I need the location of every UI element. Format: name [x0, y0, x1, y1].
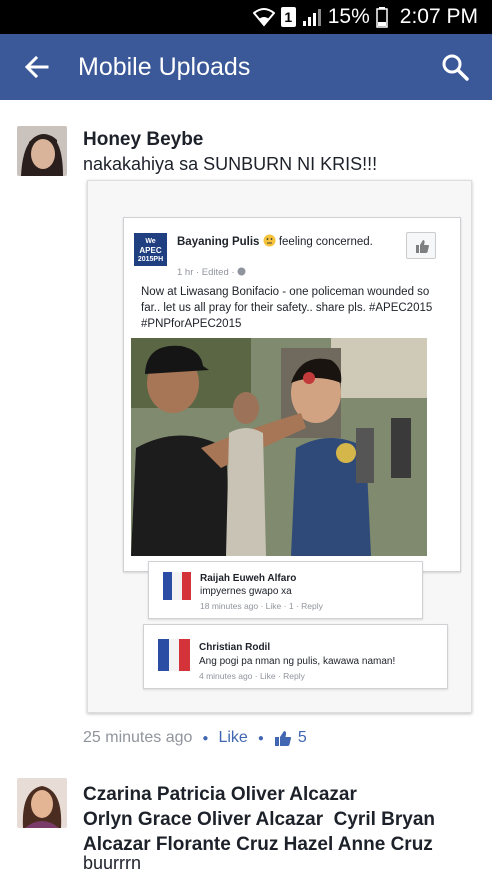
avatar[interactable] [158, 639, 191, 671]
like-button[interactable]: Like [218, 729, 247, 747]
status-icons: 1 15% 2:07 PM [252, 5, 478, 29]
post-photo[interactable] [131, 338, 427, 556]
globe-icon [237, 267, 246, 276]
reply-meta: 18 minutes ago · Like · 1 · Reply [200, 601, 323, 611]
avatar[interactable] [163, 572, 191, 600]
reply-text: impyernes gwapo xa [200, 586, 292, 597]
separator-dot: ● [202, 732, 209, 744]
comment-actions: 25 minutes ago ● Like ● 5 [83, 728, 307, 748]
reply-comment: Raijah Euweh Alfaro impyernes gwapo xa 1… [148, 561, 423, 619]
reply-meta: 4 minutes ago · Like · Reply [199, 671, 305, 681]
shared-post: We APEC 2015PH Bayaning Pulis feeling co… [123, 217, 461, 572]
sim-slot-badge: 1 [280, 7, 296, 27]
reply-author[interactable]: Christian Rodil [199, 642, 270, 653]
page-logo: We APEC 2015PH [134, 233, 167, 266]
comment-timestamp: 25 minutes ago [83, 729, 193, 746]
post-timestamp: 1 hr · Edited · [177, 267, 246, 278]
separator-dot: ● [257, 732, 264, 744]
thumbs-up-icon [416, 240, 429, 253]
avatar[interactable] [17, 126, 67, 176]
status-bar: 1 15% 2:07 PM [0, 0, 492, 34]
clock: 2:07 PM [399, 5, 478, 28]
battery-icon [376, 6, 388, 28]
thumbs-up-icon[interactable] [274, 729, 292, 747]
like-page-button[interactable] [406, 232, 436, 259]
wifi-icon [252, 8, 275, 27]
comment-author[interactable]: Honey Beybe [83, 129, 203, 151]
comment-author[interactable]: Czarina Patricia Oliver Alcazar Orlyn Gr… [83, 782, 435, 857]
attached-image[interactable]: We APEC 2015PH Bayaning Pulis feeling co… [87, 180, 472, 713]
signal-icon [302, 9, 321, 26]
search-icon[interactable] [440, 52, 470, 82]
battery-percent: 15% [327, 5, 370, 28]
back-arrow-icon[interactable] [22, 52, 52, 82]
post-author: Bayaning Pulis [177, 236, 260, 248]
reply-comment: Christian Rodil Ang pogi pa nman ng puli… [143, 624, 448, 689]
comment-text: nakakahiya sa SUNBURN NI KRIS!!! [83, 154, 378, 174]
reply-author[interactable]: Raijah Euweh Alfaro [200, 573, 296, 584]
page-title: Mobile Uploads [78, 53, 251, 81]
post-header: Bayaning Pulis feeling concerned. [177, 234, 377, 250]
post-feeling: feeling concerned. [278, 236, 373, 248]
neutral-face-icon [263, 234, 276, 247]
app-bar: Mobile Uploads [0, 34, 492, 100]
like-count[interactable]: 5 [298, 729, 307, 747]
comment-text: buurrrn [83, 853, 142, 873]
avatar[interactable] [17, 778, 67, 828]
reply-text: Ang pogi pa nman ng pulis, kawawa naman! [199, 656, 396, 667]
post-text: Now at Liwasang Bonifacio - one policema… [141, 286, 433, 330]
